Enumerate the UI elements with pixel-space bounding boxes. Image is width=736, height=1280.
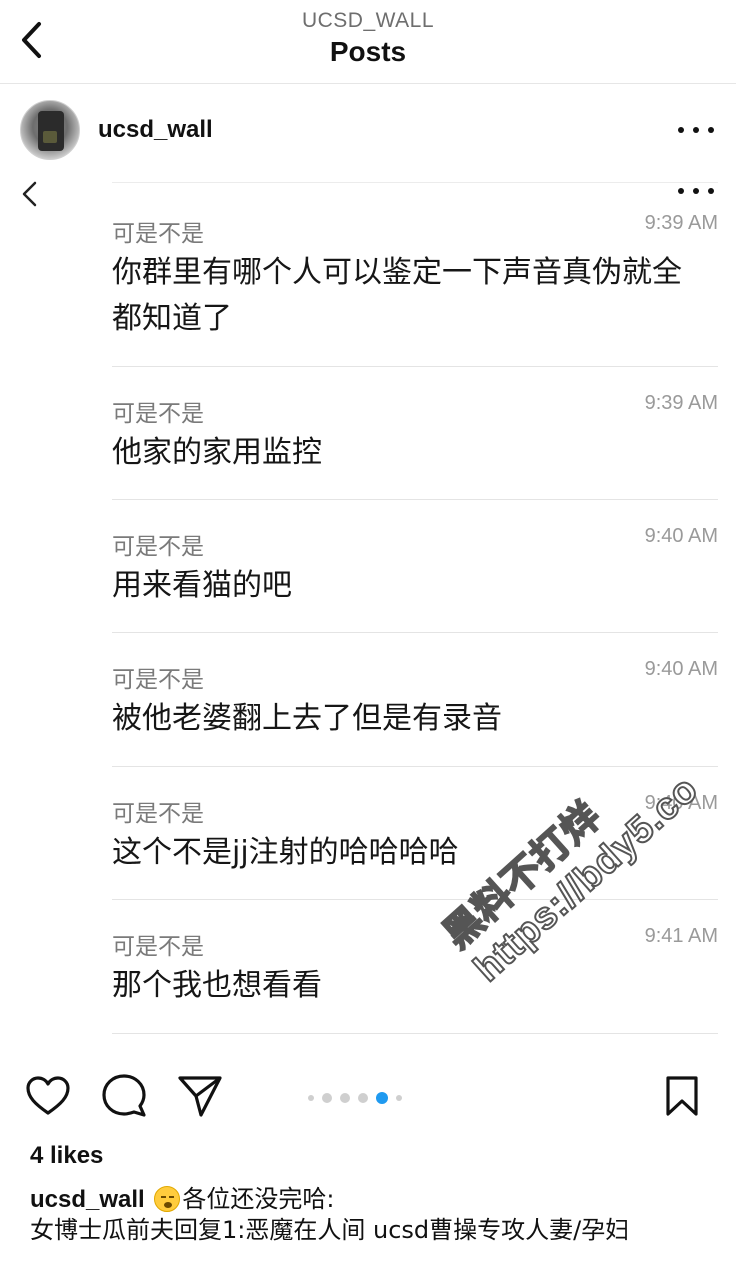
more-horizontal-icon [678, 127, 684, 133]
paper-plane-icon [178, 1076, 222, 1117]
carousel-dot-active [376, 1092, 388, 1104]
chevron-left-icon [22, 181, 37, 207]
caption-text-line2: 女博士瓜前夫回复1:恶魔在人间 ucsd曹操专攻人妻/孕妇 [30, 1216, 630, 1244]
message-time: 9:39 AM [644, 392, 718, 414]
message-sender: 可是不是 [112, 801, 204, 827]
divider [112, 499, 718, 500]
chat-message: 可是不是 9:39 AM 他家的家用监控 [112, 392, 718, 514]
divider [112, 182, 718, 183]
chat-message: 可是不是 9:40 AM 这个不是jj注射的哈哈哈哈 [112, 792, 718, 914]
post-image[interactable]: 可是不是 9:39 AM 你群里有哪个人可以鉴定一下声音真伪就全都知道了 可是不… [0, 180, 736, 1050]
message-time: 9:39 AM [644, 212, 718, 234]
save-button[interactable] [658, 1072, 706, 1120]
message-time: 9:40 AM [644, 792, 718, 814]
chat-message: 可是不是 9:40 AM 用来看猫的吧 [112, 525, 718, 647]
bookmark-icon [666, 1076, 698, 1116]
message-text: 那个我也想看看 [112, 968, 322, 1003]
more-dot [693, 127, 699, 133]
more-dot [693, 188, 699, 194]
more-dot [708, 127, 714, 133]
heart-icon [26, 1076, 70, 1115]
page-title: Posts [329, 36, 407, 67]
comment-button[interactable] [100, 1072, 148, 1120]
message-sender: 可是不是 [112, 934, 204, 960]
message-text: 你群里有哪个人可以鉴定一下声音真伪就全都知道了 [112, 255, 682, 336]
divider [112, 366, 718, 367]
divider [112, 766, 718, 767]
more-options-button[interactable] [678, 120, 714, 140]
post-caption: ucsd_wall 各位还没完哈: 女博士瓜前夫回复1:恶魔在人间 ucsd曹操… [30, 1184, 710, 1245]
chat-message: 可是不是 9:39 AM 你群里有哪个人可以鉴定一下声音真伪就全都知道了 [112, 212, 718, 367]
emoji-mouth [164, 1202, 173, 1208]
like-button[interactable] [24, 1072, 72, 1120]
author-username[interactable]: ucsd_wall [98, 116, 213, 144]
more-dot [708, 188, 714, 194]
face-exhaling-emoji [154, 1186, 181, 1212]
top-bar: UCSD_WALL Posts [0, 0, 736, 84]
message-text: 用来看猫的吧 [112, 568, 292, 603]
share-button[interactable] [176, 1072, 224, 1120]
chat-message: 可是不是 9:40 AM 被他老婆翻上去了但是有录音 [112, 658, 718, 780]
message-text: 被他老婆翻上去了但是有录音 [112, 701, 502, 736]
chat-message: 可是不是 9:41 AM 那个我也想看看 [112, 925, 718, 1047]
divider [112, 899, 718, 900]
message-text: 他家的家用监控 [112, 435, 322, 470]
image-more-icon [678, 186, 714, 196]
avatar[interactable] [20, 100, 80, 160]
message-time: 9:41 AM [644, 925, 718, 947]
divider [112, 1033, 718, 1034]
carousel-dot [308, 1095, 314, 1101]
comment-icon [102, 1074, 146, 1117]
message-sender: 可是不是 [112, 667, 204, 693]
likes-count[interactable]: 4 likes [30, 1142, 103, 1170]
message-text: 这个不是jj注射的哈哈哈哈 [112, 835, 459, 870]
message-sender: 可是不是 [112, 401, 204, 427]
divider [112, 632, 718, 633]
message-time: 9:40 AM [644, 658, 718, 680]
carousel-dot [358, 1093, 368, 1103]
image-back-chevron [18, 180, 42, 210]
caption-username[interactable]: ucsd_wall [30, 1186, 145, 1213]
message-sender: 可是不是 [112, 534, 204, 560]
account-handle: UCSD_WALL [301, 9, 435, 32]
carousel-dot [322, 1093, 332, 1103]
caption-text-line1: 各位还没完哈: [182, 1185, 335, 1213]
carousel-dot [340, 1093, 350, 1103]
avatar-device-screen [43, 131, 57, 143]
post-actions [0, 1058, 736, 1134]
carousel-dot [396, 1095, 402, 1101]
message-sender: 可是不是 [112, 221, 204, 247]
carousel-indicator [308, 1091, 402, 1105]
message-time: 9:40 AM [644, 525, 718, 547]
post-header: ucsd_wall [0, 84, 736, 180]
more-dot [678, 188, 684, 194]
